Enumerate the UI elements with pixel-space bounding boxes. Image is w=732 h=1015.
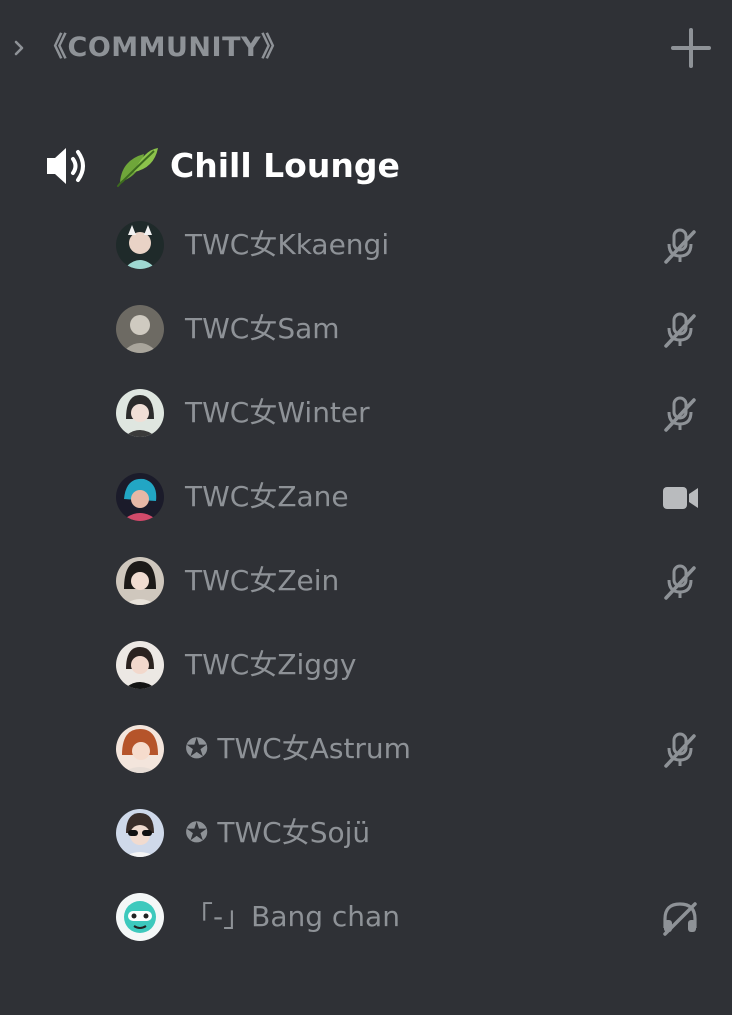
member-name: ✪ TWC女Sojü — [185, 816, 371, 849]
mic-muted-icon — [660, 226, 700, 266]
mic-muted-icon — [660, 310, 700, 350]
voice-member[interactable]: ✪ TWC女Sojü — [0, 792, 732, 872]
avatar — [116, 305, 164, 353]
member-name: TWC女Zane — [185, 480, 349, 513]
mic-muted-icon — [660, 730, 700, 770]
member-name: TWC女Winter — [185, 396, 370, 429]
voice-member[interactable]: ✪ TWC女Astrum — [0, 708, 732, 788]
channel-name: Chill Lounge — [170, 146, 400, 185]
voice-member[interactable]: TWC女Zane — [0, 456, 732, 536]
avatar — [116, 893, 164, 941]
member-name: ✪ TWC女Astrum — [185, 732, 411, 765]
member-name: 「-」Bang chan — [185, 900, 400, 933]
mic-muted-icon — [660, 394, 700, 434]
avatar — [116, 725, 164, 773]
speaker-icon — [44, 144, 92, 188]
avatar — [116, 809, 164, 857]
member-name: TWC女Sam — [185, 312, 340, 345]
avatar — [116, 389, 164, 437]
category-header-community[interactable]: 《COMMUNITY》 — [0, 20, 732, 76]
voice-member[interactable]: TWC女Sam — [0, 288, 732, 368]
member-name: TWC女Zein — [185, 564, 340, 597]
avatar — [116, 473, 164, 521]
voice-member[interactable]: TWC女Ziggy — [0, 624, 732, 704]
voice-member[interactable]: TWC女Kkaengi — [0, 204, 732, 284]
voice-member[interactable]: TWC女Zein — [0, 540, 732, 620]
video-camera-icon — [660, 478, 700, 518]
voice-channel-chill-lounge[interactable]: Chill Lounge — [0, 132, 732, 200]
voice-member[interactable]: 「-」Bang chan — [0, 876, 732, 956]
leaf-icon — [114, 142, 162, 190]
mic-muted-icon — [660, 562, 700, 602]
plus-icon[interactable] — [669, 26, 713, 70]
avatar — [116, 557, 164, 605]
member-name: TWC女Ziggy — [185, 648, 357, 681]
voice-member[interactable]: TWC女Winter — [0, 372, 732, 452]
headphones-deafened-icon — [660, 898, 700, 938]
avatar — [116, 641, 164, 689]
avatar — [116, 221, 164, 269]
member-name: TWC女Kkaengi — [185, 228, 390, 261]
chevron-right-icon — [12, 37, 28, 59]
category-label: 《COMMUNITY》 — [40, 32, 289, 63]
